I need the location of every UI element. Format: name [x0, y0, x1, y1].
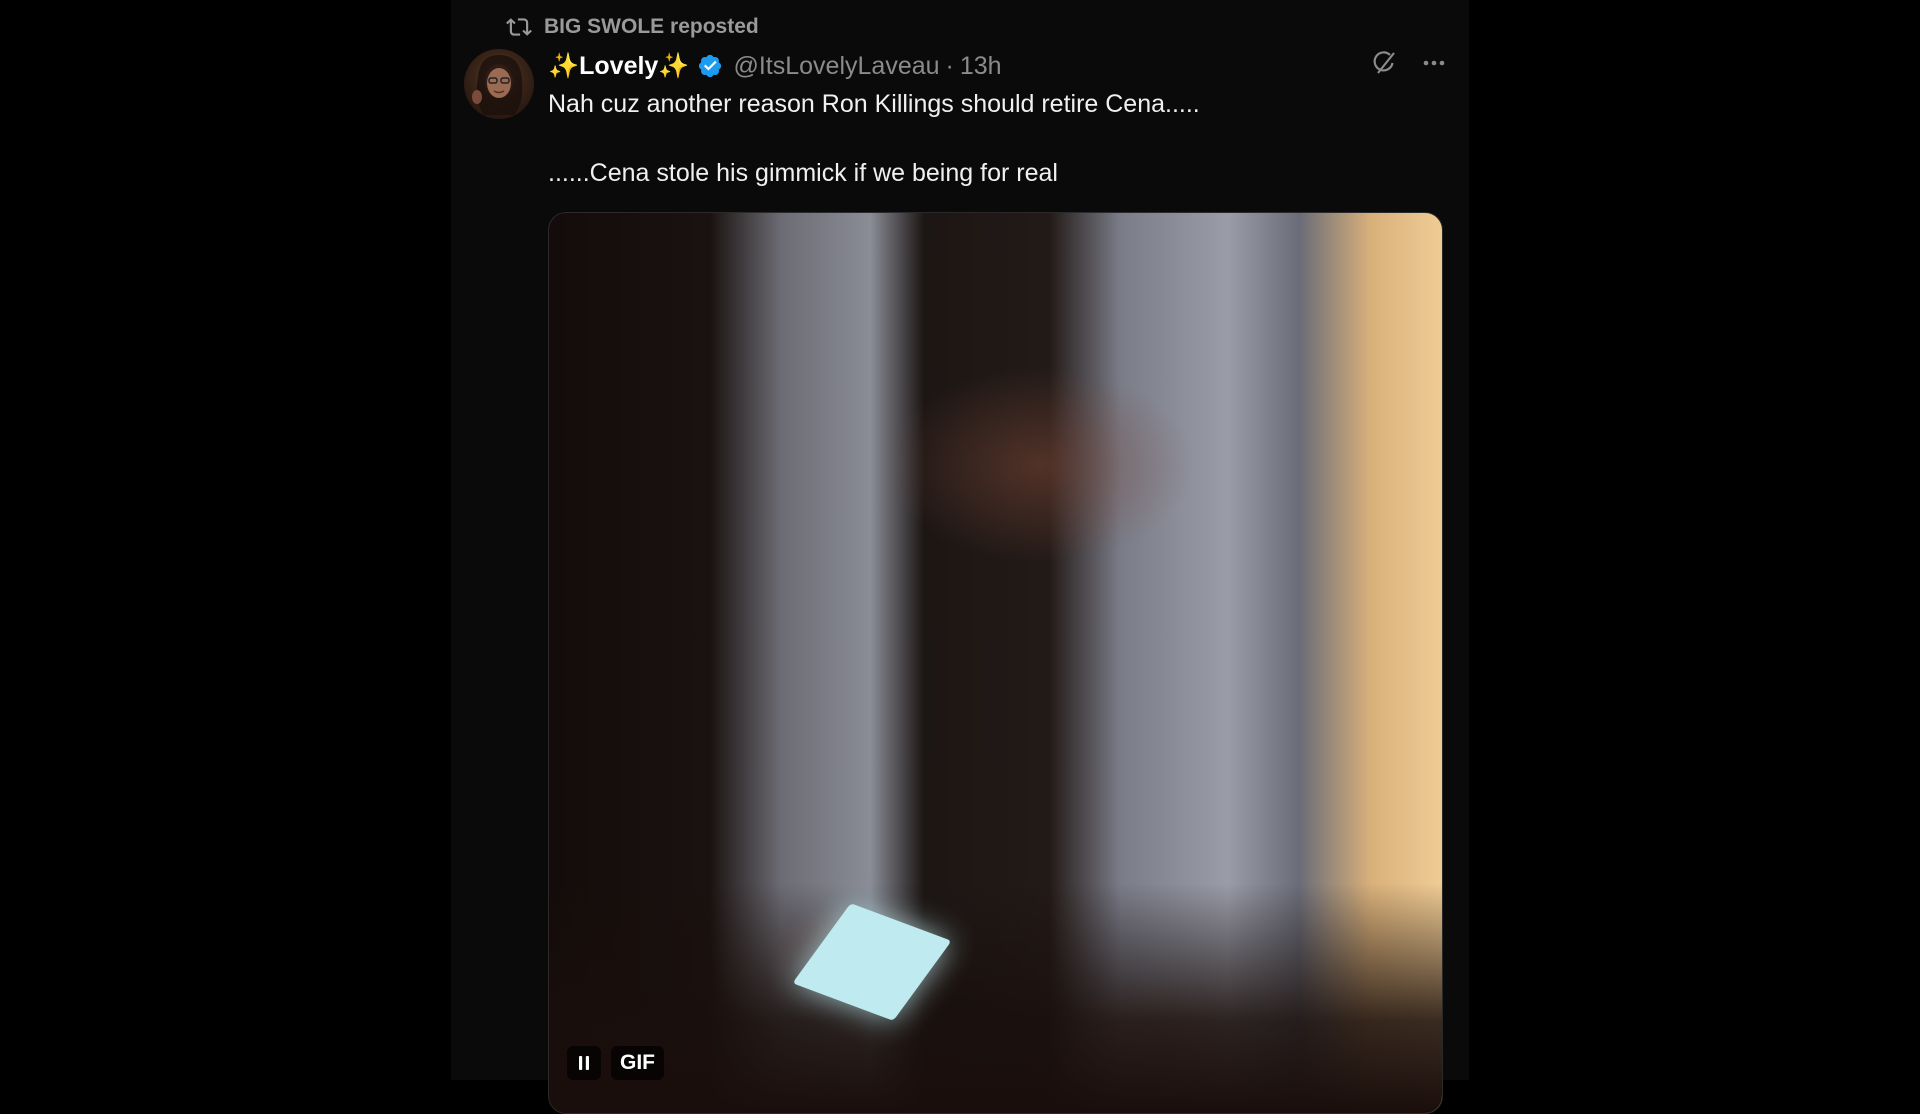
media-controls: GIF: [567, 1046, 664, 1080]
sparkle-emoji: ✨: [658, 51, 690, 80]
separator-dot: ·: [945, 51, 954, 80]
post-text-line: Nah cuz another reason Ron Killings shou…: [548, 90, 1200, 118]
repost-indicator[interactable]: BIG SWOLE reposted: [506, 12, 759, 42]
user-handle[interactable]: @ItsLovelyLaveau: [733, 52, 939, 81]
post-text: Nah cuz another reason Ron Killings shou…: [548, 86, 1428, 191]
post-time[interactable]: 13h: [960, 52, 1002, 81]
pause-icon: [579, 1056, 589, 1070]
post-top-actions: [1369, 48, 1449, 78]
avatar[interactable]: [464, 49, 534, 119]
media-image-region: [549, 883, 1442, 1113]
gif-badge: GIF: [611, 1046, 664, 1080]
pause-button[interactable]: [567, 1046, 601, 1080]
sparkle-emoji: ✨: [548, 51, 580, 80]
display-name-text[interactable]: Lovely: [579, 52, 658, 80]
post-media-gif[interactable]: GIF: [548, 212, 1443, 1114]
repost-verb: reposted: [670, 15, 759, 38]
grok-icon[interactable]: [1369, 48, 1399, 78]
post-header: ✨Lovely✨ @ItsLovelyLaveau · 13h: [548, 47, 1002, 85]
reposter-name[interactable]: BIG SWOLE: [544, 15, 664, 39]
timeline-column: BIG SWOLE reposted ✨Lovely✨ @ItsLovelyLa…: [451, 0, 1469, 1114]
post-text-line: ......Cena stole his gimmick if we being…: [548, 159, 1058, 187]
repost-icon: [506, 14, 532, 40]
verified-badge-icon: [697, 53, 723, 79]
more-icon[interactable]: [1419, 48, 1449, 78]
display-name[interactable]: ✨Lovely✨: [548, 52, 689, 81]
